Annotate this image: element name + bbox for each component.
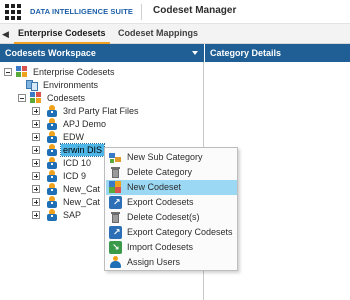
users-icon [109, 256, 122, 269]
codeset-category-icon [46, 118, 58, 130]
tree-node-codeset[interactable]: EDW [32, 131, 197, 143]
codeset-category-icon [46, 144, 58, 156]
tree-label: ICD 10 [63, 158, 92, 168]
expand-icon[interactable] [32, 107, 40, 115]
suite-name[interactable]: DATA INTELLIGENCE SUITE [30, 7, 133, 16]
trash-icon [109, 211, 122, 224]
tree-label: Codesets [47, 93, 86, 103]
export-icon: ↗ [109, 226, 122, 239]
tab-enterprise-codesets[interactable]: Enterprise Codesets [14, 24, 110, 44]
tree-label: EDW [63, 132, 84, 142]
expand-icon[interactable] [32, 172, 40, 180]
category-details-header: Category Details [205, 44, 350, 62]
context-menu: New Sub Category Delete Category New Cod… [104, 147, 238, 271]
expand-icon[interactable] [32, 198, 40, 206]
enterprise-codesets-icon [16, 66, 28, 78]
codeset-category-icon [46, 209, 58, 221]
tree-node-codeset[interactable]: APJ Demo [32, 118, 197, 130]
tree-label: New_Cat [63, 184, 101, 194]
menu-item-export-codesets[interactable]: ↗ Export Codesets [106, 195, 237, 210]
menu-item-new-sub-category[interactable]: New Sub Category [106, 150, 237, 165]
codeset-category-icon [46, 131, 58, 143]
top-bar: DATA INTELLIGENCE SUITE Codeset Manager [0, 0, 350, 24]
app-title: Codeset Manager [153, 5, 237, 16]
tree-label: erwin DIS [59, 143, 106, 157]
collapse-icon[interactable] [4, 68, 12, 76]
codesets-folder-icon [30, 92, 42, 104]
new-sub-category-icon [109, 151, 122, 164]
tree-label: APJ Demo [63, 119, 107, 129]
menu-item-export-category-codesets[interactable]: ↗ Export Category Codesets [106, 225, 237, 240]
import-icon: ↘ [109, 241, 122, 254]
environments-icon [26, 79, 38, 91]
export-icon: ↗ [109, 196, 122, 209]
new-codeset-icon [109, 181, 122, 194]
tab-scroll-left-icon[interactable]: ◀ [2, 28, 10, 40]
codeset-category-icon [46, 170, 58, 182]
menu-item-delete-codesets[interactable]: Delete Codeset(s) [106, 210, 237, 225]
expand-icon[interactable] [32, 159, 40, 167]
tab-codeset-mappings[interactable]: Codeset Mappings [114, 24, 202, 44]
tree-node-root[interactable]: Enterprise Codesets [4, 66, 194, 78]
tree-label: New_Cat [63, 197, 101, 207]
tree-label: 3rd Party Flat Files [63, 106, 139, 116]
expand-icon[interactable] [32, 185, 40, 193]
workspace-header: Codesets Workspace [0, 44, 204, 62]
tree-node-environments[interactable]: Environments [18, 79, 188, 91]
expand-icon[interactable] [32, 211, 40, 219]
menu-item-delete-category[interactable]: Delete Category [106, 165, 237, 180]
tree-label: Enterprise Codesets [33, 67, 115, 77]
app-grid-icon[interactable] [5, 4, 21, 20]
tree-label: SAP [63, 210, 82, 220]
header-divider [141, 4, 142, 20]
codeset-category-icon [46, 183, 58, 195]
tree-node-codeset[interactable]: 3rd Party Flat Files [32, 105, 197, 117]
tab-bar: ◀ Enterprise Codesets Codeset Mappings [0, 24, 350, 44]
tree-node-codesets[interactable]: Codesets [18, 92, 188, 104]
codeset-category-icon [46, 105, 58, 117]
expand-icon[interactable] [32, 133, 40, 141]
tree-label: ICD 9 [63, 171, 87, 181]
tree-label: Environments [43, 80, 99, 90]
workspace-dropdown-icon[interactable] [192, 51, 198, 55]
codeset-category-icon [46, 196, 58, 208]
menu-item-import-codesets[interactable]: ↘ Import Codesets [106, 240, 237, 255]
expand-icon[interactable] [32, 146, 40, 154]
menu-item-assign-users[interactable]: Assign Users [106, 255, 237, 270]
trash-icon [109, 166, 122, 179]
codeset-category-icon [46, 157, 58, 169]
expand-icon[interactable] [32, 120, 40, 128]
collapse-icon[interactable] [18, 94, 26, 102]
menu-item-new-codeset[interactable]: New Codeset [106, 180, 237, 195]
workspace-title: Codesets Workspace [5, 48, 96, 58]
